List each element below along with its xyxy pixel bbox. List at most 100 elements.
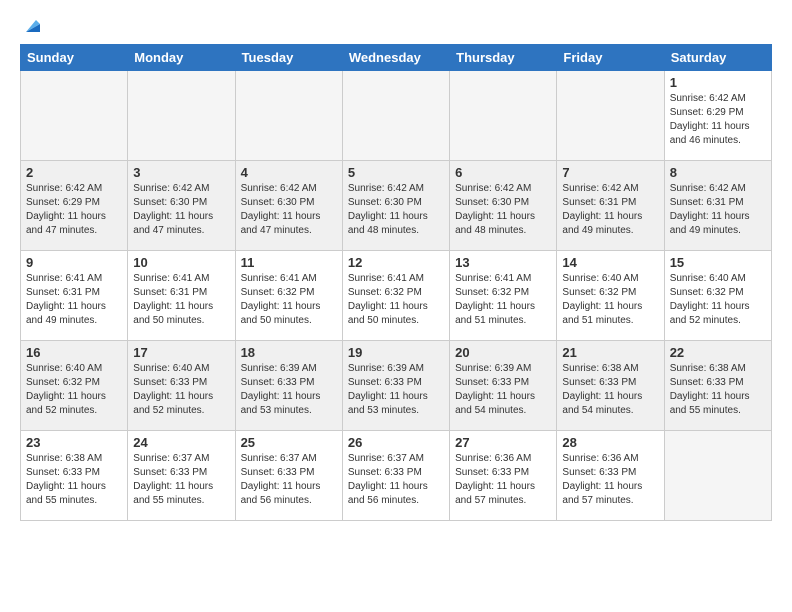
calendar-cell: 24Sunrise: 6:37 AM Sunset: 6:33 PM Dayli… [128,431,235,521]
day-info: Sunrise: 6:37 AM Sunset: 6:33 PM Dayligh… [133,452,229,508]
day-info: Sunrise: 6:40 AM Sunset: 6:32 PM Dayligh… [670,272,766,328]
day-number: 23 [26,435,122,450]
day-number: 25 [241,435,337,450]
day-number: 13 [455,255,551,270]
day-info: Sunrise: 6:42 AM Sunset: 6:31 PM Dayligh… [562,182,658,238]
day-number: 9 [26,255,122,270]
day-info: Sunrise: 6:38 AM Sunset: 6:33 PM Dayligh… [670,362,766,418]
logo-icon [22,14,44,36]
day-info: Sunrise: 6:40 AM Sunset: 6:32 PM Dayligh… [26,362,122,418]
day-info: Sunrise: 6:40 AM Sunset: 6:33 PM Dayligh… [133,362,229,418]
calendar-cell: 8 Sunrise: 6:42 AM Sunset: 6:31 PM Daylig… [664,161,771,251]
day-number: 19 [348,345,444,360]
calendar-cell: 26Sunrise: 6:37 AM Sunset: 6:33 PM Dayli… [342,431,449,521]
calendar-cell: 21 Sunrise: 6:38 AM Sunset: 6:33 PM Dayli… [557,341,664,431]
day-info: Sunrise: 6:42 AM Sunset: 6:30 PM Dayligh… [241,182,337,238]
calendar-cell: 18 Sunrise: 6:39 AM Sunset: 6:33 PM Dayli… [235,341,342,431]
day-number: 12 [348,255,444,270]
logo-text [20,18,44,36]
day-number: 6 [455,165,551,180]
calendar-cell [235,71,342,161]
calendar-row-4: 23 Sunrise: 6:38 AM Sunset: 6:33 PM Dayli… [21,431,772,521]
day-info: Sunrise: 6:37 AM Sunset: 6:33 PM Dayligh… [348,452,444,508]
calendar-cell: 2 Sunrise: 6:42 AM Sunset: 6:29 PM Daylig… [21,161,128,251]
calendar-row-0: 1Sunrise: 6:42 AM Sunset: 6:29 PM Daylig… [21,71,772,161]
weekday-header-monday: Monday [128,45,235,71]
day-info: Sunrise: 6:37 AM Sunset: 6:33 PM Dayligh… [241,452,337,508]
calendar-cell: 25 Sunrise: 6:37 AM Sunset: 6:33 PM Dayli… [235,431,342,521]
calendar-row-2: 9 Sunrise: 6:41 AM Sunset: 6:31 PM Daylig… [21,251,772,341]
weekday-header-friday: Friday [557,45,664,71]
day-info: Sunrise: 6:38 AM Sunset: 6:33 PM Dayligh… [26,452,122,508]
weekday-header-tuesday: Tuesday [235,45,342,71]
day-info: Sunrise: 6:41 AM Sunset: 6:32 PM Dayligh… [455,272,551,328]
weekday-header-saturday: Saturday [664,45,771,71]
header [20,18,772,36]
day-info: Sunrise: 6:42 AM Sunset: 6:30 PM Dayligh… [133,182,229,238]
calendar-cell: 15 Sunrise: 6:40 AM Sunset: 6:32 PM Dayli… [664,251,771,341]
day-info: Sunrise: 6:42 AM Sunset: 6:29 PM Dayligh… [26,182,122,238]
weekday-header-row: SundayMondayTuesdayWednesdayThursdayFrid… [21,45,772,71]
calendar-cell: 14Sunrise: 6:40 AM Sunset: 6:32 PM Dayli… [557,251,664,341]
day-number: 8 [670,165,766,180]
calendar-cell [450,71,557,161]
day-number: 18 [241,345,337,360]
calendar-cell [128,71,235,161]
day-info: Sunrise: 6:42 AM Sunset: 6:30 PM Dayligh… [455,182,551,238]
calendar-cell: 5 Sunrise: 6:42 AM Sunset: 6:30 PM Daylig… [342,161,449,251]
day-info: Sunrise: 6:39 AM Sunset: 6:33 PM Dayligh… [241,362,337,418]
calendar-cell: 27 Sunrise: 6:36 AM Sunset: 6:33 PM Dayli… [450,431,557,521]
day-info: Sunrise: 6:36 AM Sunset: 6:33 PM Dayligh… [455,452,551,508]
day-info: Sunrise: 6:41 AM Sunset: 6:31 PM Dayligh… [133,272,229,328]
calendar-cell: 13 Sunrise: 6:41 AM Sunset: 6:32 PM Dayli… [450,251,557,341]
day-info: Sunrise: 6:38 AM Sunset: 6:33 PM Dayligh… [562,362,658,418]
calendar-cell: 4 Sunrise: 6:42 AM Sunset: 6:30 PM Daylig… [235,161,342,251]
day-number: 4 [241,165,337,180]
calendar-cell [557,71,664,161]
calendar-cell: 6 Sunrise: 6:42 AM Sunset: 6:30 PM Daylig… [450,161,557,251]
day-info: Sunrise: 6:42 AM Sunset: 6:31 PM Dayligh… [670,182,766,238]
calendar-cell: 28 Sunrise: 6:36 AM Sunset: 6:33 PM Dayli… [557,431,664,521]
calendar-cell: 12 Sunrise: 6:41 AM Sunset: 6:32 PM Dayli… [342,251,449,341]
calendar-cell [664,431,771,521]
day-number: 10 [133,255,229,270]
day-info: Sunrise: 6:40 AM Sunset: 6:32 PM Dayligh… [562,272,658,328]
day-info: Sunrise: 6:39 AM Sunset: 6:33 PM Dayligh… [455,362,551,418]
calendar-cell: 22 Sunrise: 6:38 AM Sunset: 6:33 PM Dayli… [664,341,771,431]
calendar-cell: 3 Sunrise: 6:42 AM Sunset: 6:30 PM Daylig… [128,161,235,251]
calendar-cell: 11Sunrise: 6:41 AM Sunset: 6:32 PM Dayli… [235,251,342,341]
day-number: 21 [562,345,658,360]
day-number: 17 [133,345,229,360]
calendar: SundayMondayTuesdayWednesdayThursdayFrid… [20,44,772,521]
page: SundayMondayTuesdayWednesdayThursdayFrid… [0,0,792,539]
day-number: 27 [455,435,551,450]
calendar-cell [342,71,449,161]
calendar-row-3: 16 Sunrise: 6:40 AM Sunset: 6:32 PM Dayli… [21,341,772,431]
day-info: Sunrise: 6:42 AM Sunset: 6:29 PM Dayligh… [670,92,766,148]
day-number: 7 [562,165,658,180]
weekday-header-wednesday: Wednesday [342,45,449,71]
day-number: 28 [562,435,658,450]
day-info: Sunrise: 6:36 AM Sunset: 6:33 PM Dayligh… [562,452,658,508]
day-info: Sunrise: 6:41 AM Sunset: 6:32 PM Dayligh… [241,272,337,328]
day-number: 5 [348,165,444,180]
day-number: 2 [26,165,122,180]
calendar-cell: 23 Sunrise: 6:38 AM Sunset: 6:33 PM Dayli… [21,431,128,521]
day-number: 15 [670,255,766,270]
day-number: 3 [133,165,229,180]
day-info: Sunrise: 6:41 AM Sunset: 6:32 PM Dayligh… [348,272,444,328]
weekday-header-thursday: Thursday [450,45,557,71]
calendar-cell: 9 Sunrise: 6:41 AM Sunset: 6:31 PM Daylig… [21,251,128,341]
calendar-row-1: 2 Sunrise: 6:42 AM Sunset: 6:29 PM Daylig… [21,161,772,251]
day-number: 22 [670,345,766,360]
day-info: Sunrise: 6:42 AM Sunset: 6:30 PM Dayligh… [348,182,444,238]
calendar-cell: 20 Sunrise: 6:39 AM Sunset: 6:33 PM Dayli… [450,341,557,431]
calendar-cell: 7 Sunrise: 6:42 AM Sunset: 6:31 PM Daylig… [557,161,664,251]
calendar-cell: 19 Sunrise: 6:39 AM Sunset: 6:33 PM Dayli… [342,341,449,431]
day-info: Sunrise: 6:41 AM Sunset: 6:31 PM Dayligh… [26,272,122,328]
day-info: Sunrise: 6:39 AM Sunset: 6:33 PM Dayligh… [348,362,444,418]
day-number: 16 [26,345,122,360]
day-number: 20 [455,345,551,360]
weekday-header-sunday: Sunday [21,45,128,71]
calendar-cell: 17 Sunrise: 6:40 AM Sunset: 6:33 PM Dayli… [128,341,235,431]
